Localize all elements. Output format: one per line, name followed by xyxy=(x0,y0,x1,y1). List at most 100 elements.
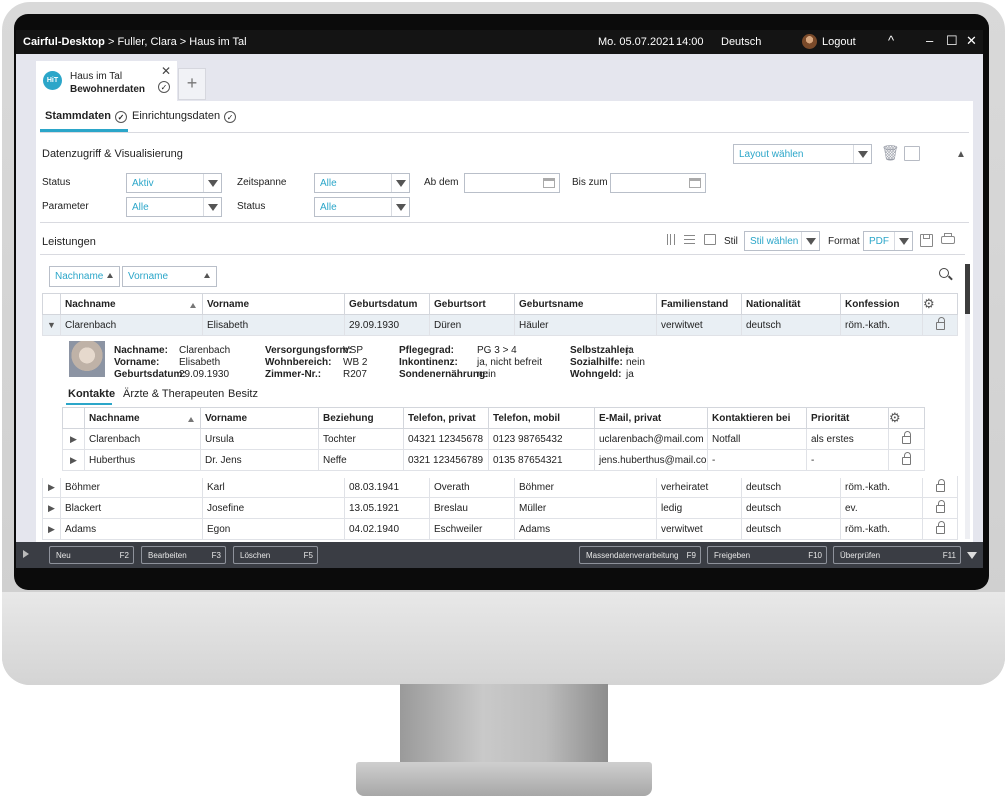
parameter-select[interactable]: Alle xyxy=(126,197,222,217)
massendatenverarbeitung-button[interactable]: Massendatenverarbeitung F9 xyxy=(579,546,701,564)
column-header[interactable]: Nachname xyxy=(84,407,201,429)
expand-row-icon[interactable]: ▶ xyxy=(62,428,85,450)
cell: Adams xyxy=(60,518,203,540)
contact-row[interactable]: ▶ Huberthus Dr. Jens Neffe 0321 12345678… xyxy=(62,449,925,471)
logout-button[interactable]: Logout xyxy=(822,36,856,48)
collapse-row-icon[interactable]: ▼ xyxy=(42,314,61,336)
loeschen-button[interactable]: Löschen F5 xyxy=(233,546,318,564)
chevron-down-icon xyxy=(391,174,409,192)
list-view-icon[interactable] xyxy=(684,235,695,244)
add-tab-button[interactable]: + xyxy=(178,68,206,100)
field-value: R207 xyxy=(343,369,367,380)
current-date: Mo. 05.07.2021 xyxy=(598,36,675,48)
column-header[interactable]: Beziehung xyxy=(318,407,404,429)
lock-icon[interactable] xyxy=(935,500,945,513)
save-layout-icon[interactable] xyxy=(904,146,920,161)
cell: Egon xyxy=(202,518,345,540)
print-icon[interactable] xyxy=(941,233,955,244)
ab-dem-date-field[interactable] xyxy=(464,173,560,193)
tab-einrichtungsdaten[interactable]: Einrichtungsdaten ✓ xyxy=(132,110,237,123)
tab-bewohnerdaten[interactable]: HiT Haus im Tal Bewohnerdaten ✕ ✓ xyxy=(36,61,177,101)
status-select[interactable]: Aktiv xyxy=(126,173,222,193)
layout-select-value: Layout wählen xyxy=(739,149,804,160)
save-icon[interactable] xyxy=(920,234,933,247)
column-header[interactable]: Vorname xyxy=(200,407,319,429)
lock-icon[interactable] xyxy=(902,431,911,444)
search-icon[interactable] xyxy=(939,268,953,281)
language-selector[interactable]: Deutsch xyxy=(721,36,761,48)
lock-icon[interactable] xyxy=(902,452,911,465)
column-header[interactable]: E-Mail, privat xyxy=(594,407,708,429)
cell: - xyxy=(806,449,889,471)
expand-down-icon[interactable] xyxy=(967,552,977,559)
stil-select[interactable]: Stil wählen xyxy=(744,231,820,251)
expand-row-icon[interactable]: ▶ xyxy=(42,518,61,540)
column-header[interactable]: Kontaktieren bei xyxy=(707,407,807,429)
filter-chip-vorname[interactable]: Vorname xyxy=(122,266,217,287)
bearbeiten-button[interactable]: Bearbeiten F3 xyxy=(141,546,226,564)
column-header[interactable]: Telefon, mobil xyxy=(488,407,595,429)
cell: uclarenbach@mail.com xyxy=(594,428,708,450)
tab-kontakte[interactable]: Kontakte xyxy=(68,388,115,400)
column-header[interactable]: Vorname xyxy=(202,293,345,315)
column-header[interactable]: Nachname xyxy=(60,293,203,315)
expand-left-icon[interactable] xyxy=(23,550,29,558)
column-header[interactable]: Konfession xyxy=(840,293,923,315)
user-avatar[interactable] xyxy=(802,34,817,49)
vertical-scrollbar-thumb[interactable] xyxy=(965,264,970,314)
tab-aerzte-therapeuten[interactable]: Ärzte & Therapeuten xyxy=(123,388,224,400)
tab-title: Bewohnerdaten xyxy=(70,84,146,95)
expand-row-icon[interactable]: ▶ xyxy=(42,497,61,519)
collapse-section-icon[interactable]: ▲ xyxy=(956,149,966,160)
column-view-icon[interactable] xyxy=(667,234,675,245)
ueberpruefen-button[interactable]: Überprüfen F11 xyxy=(833,546,961,564)
sort-ascending-icon xyxy=(107,273,113,278)
table-row[interactable]: ▶ Blackert Josefine 13.05.1921 Breslau M… xyxy=(42,497,958,519)
tab-besitz[interactable]: Besitz xyxy=(228,388,258,400)
cell: Eschweiler xyxy=(429,518,515,540)
expand-row-icon[interactable]: ▶ xyxy=(42,476,61,498)
contact-row[interactable]: ▶ Clarenbach Ursula Tochter 04321 123456… xyxy=(62,428,925,450)
column-header[interactable]: Telefon, privat xyxy=(403,407,489,429)
column-header[interactable]: Priorität xyxy=(806,407,889,429)
table-row-selected[interactable]: ▼ Clarenbach Elisabeth 29.09.1930 Düren … xyxy=(42,314,958,336)
cell: Böhmer xyxy=(514,476,657,498)
cell: 0135 87654321 xyxy=(488,449,595,471)
tab-stammdaten[interactable]: Stammdaten ✓ xyxy=(45,110,128,123)
column-header[interactable]: Nationalität xyxy=(741,293,841,315)
column-header[interactable]: Geburtsort xyxy=(429,293,515,315)
close-window-icon[interactable]: ✕ xyxy=(966,34,977,48)
facility-badge: HiT xyxy=(43,71,62,90)
trash-icon[interactable]: 🗑 xyxy=(881,144,900,162)
bis-zum-date-field[interactable] xyxy=(610,173,706,193)
table-row[interactable]: ▶ Adams Egon 04.02.1940 Eschweiler Adams… xyxy=(42,518,958,540)
column-header[interactable]: Geburtsname xyxy=(514,293,657,315)
close-tab-icon[interactable]: ✕ xyxy=(161,64,171,78)
breadcrumb-path[interactable]: > Fuller, Clara > Haus im Tal xyxy=(105,36,247,48)
filter-chip-nachname[interactable]: Nachname xyxy=(49,266,120,287)
calendar-icon[interactable] xyxy=(543,178,555,188)
layout-select[interactable]: Layout wählen xyxy=(733,144,872,164)
status2-select[interactable]: Alle xyxy=(314,197,410,217)
expand-row-icon[interactable]: ▶ xyxy=(62,449,85,471)
format-select[interactable]: PDF xyxy=(863,231,913,251)
calendar-icon[interactable] xyxy=(689,178,701,188)
minimize-window-icon[interactable]: – xyxy=(926,34,933,48)
neu-button[interactable]: Neu F2 xyxy=(49,546,134,564)
card-view-icon[interactable] xyxy=(704,234,716,245)
column-header[interactable]: Geburtsdatum xyxy=(344,293,430,315)
collapse-window-icon[interactable]: ^ xyxy=(888,34,894,48)
lock-icon[interactable] xyxy=(935,317,945,330)
lock-icon[interactable] xyxy=(935,521,945,534)
monitor-stand-foot xyxy=(356,762,652,796)
column-header[interactable]: Familienstand xyxy=(656,293,742,315)
app-screen: Cairful-Desktop > Fuller, Clara > Haus i… xyxy=(16,30,983,568)
gear-icon[interactable]: ⚙ xyxy=(888,407,925,429)
active-tab-indicator xyxy=(66,403,112,405)
zeitspanne-select[interactable]: Alle xyxy=(314,173,410,193)
freigeben-button[interactable]: Freigeben F10 xyxy=(707,546,827,564)
maximize-window-icon[interactable]: ☐ xyxy=(946,34,958,48)
lock-icon[interactable] xyxy=(935,479,945,492)
gear-icon[interactable]: ⚙ xyxy=(922,293,958,315)
table-row[interactable]: ▶ Böhmer Karl 08.03.1941 Overath Böhmer … xyxy=(42,476,958,498)
